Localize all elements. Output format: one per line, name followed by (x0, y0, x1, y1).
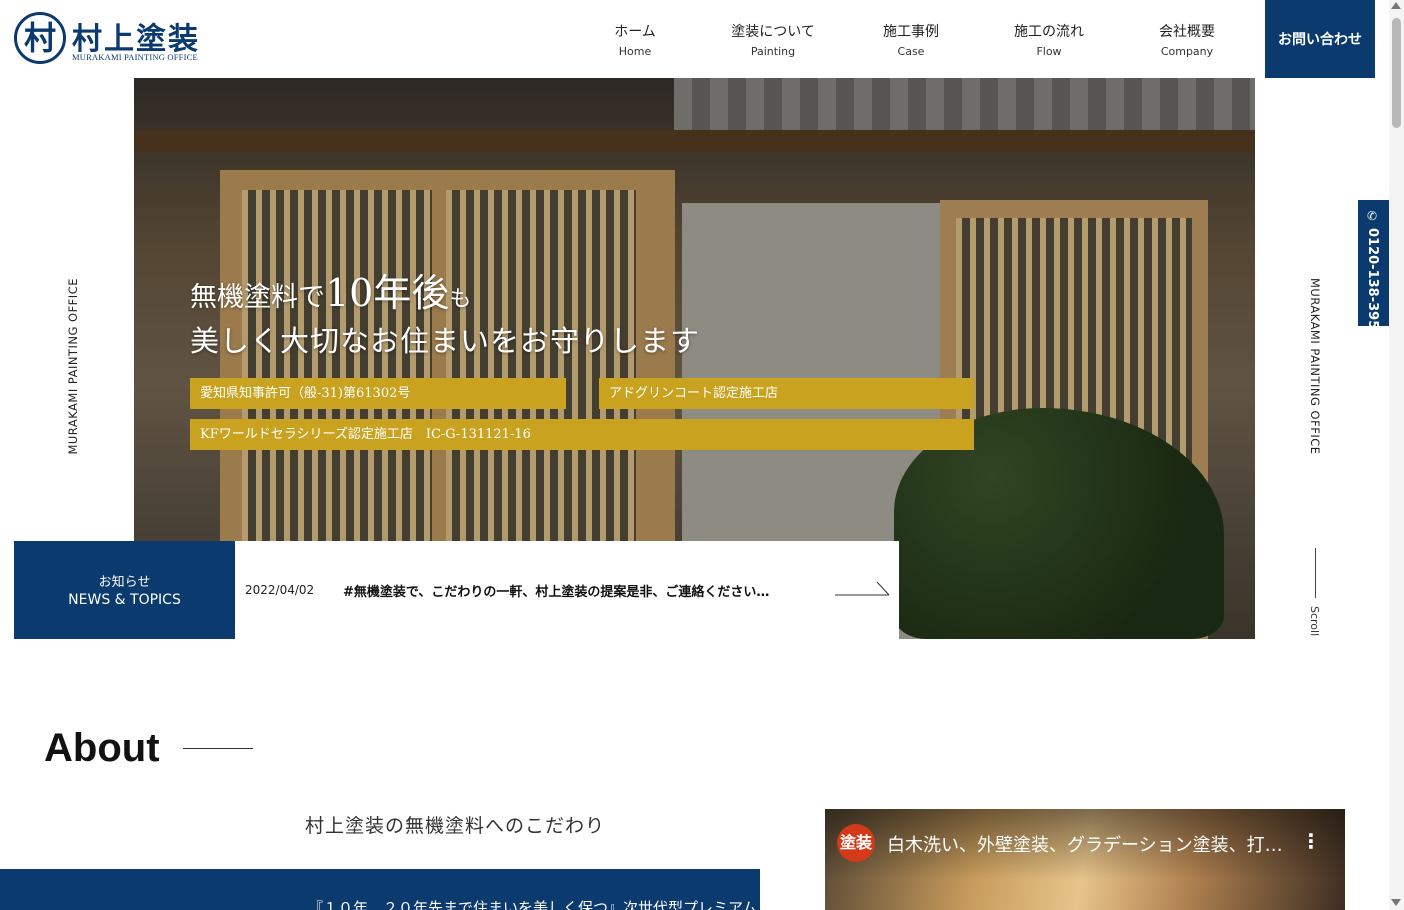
nav-sublabel: Home (618, 45, 652, 58)
nav-painting[interactable]: 塗装について Painting (723, 21, 823, 58)
about-band-text: 『１０年、２０年先まで住まいを美しく保つ』次世代型プレミアム (308, 899, 757, 910)
contact-button[interactable]: お問い合わせ (1265, 0, 1375, 78)
hero-catchcopy-line1: 無機塗料で10年後も (190, 262, 471, 317)
scrollbar-thumb[interactable] (1392, 18, 1401, 128)
nav-flow[interactable]: 施工の流れ Flow (1004, 21, 1094, 58)
side-text-left: MURAKAMI PAINTING OFFICE (66, 278, 80, 455)
news-bar: お知らせ NEWS & TOPICS 2022/04/02 #無機塗装で、こだわ… (14, 541, 899, 639)
nav-company[interactable]: 会社概要 Company (1147, 21, 1227, 58)
scroll-up-icon[interactable] (1391, 2, 1401, 9)
news-date: 2022/04/02 (245, 583, 315, 597)
phone-tab[interactable]: ✆ 0120-138-395 (1358, 200, 1389, 330)
about-band: 『１０年、２０年先まで住まいを美しく保つ』次世代型プレミアム (0, 869, 760, 910)
news-title-link[interactable]: #無機塗装で、こだわりの一軒、村上塗装の提案是非、ご連絡ください… (343, 581, 769, 600)
scrollbar-track[interactable] (1389, 0, 1404, 910)
news-label-block[interactable]: お知らせ NEWS & TOPICS (14, 541, 235, 639)
about-subheading: 村上塗装の無機塗料へのこだわり (305, 815, 606, 837)
news-label-en: NEWS & TOPICS (68, 592, 181, 608)
news-label-jp: お知らせ (98, 575, 151, 590)
site-logo[interactable]: 村 村上塗装 MURAKAMI PAINTING OFFICE (14, 12, 214, 66)
nav-label: 施工の流れ (1014, 24, 1084, 40)
catch-emphasis: 10年後 (325, 271, 450, 315)
nav-sublabel: Case (897, 45, 925, 58)
nav-sublabel: Flow (1036, 45, 1062, 58)
nav-label: 施工事例 (883, 24, 939, 40)
scroll-indicator-line (1315, 548, 1316, 598)
about-heading: About (44, 726, 160, 770)
scroll-down-icon[interactable] (1391, 899, 1401, 906)
nav-label: 会社概要 (1159, 24, 1215, 40)
nav-case[interactable]: 施工事例 Case (871, 21, 951, 58)
cert-badge: 愛知県知事許可（般-31)第61302号 (190, 378, 566, 409)
logo-subtitle: MURAKAMI PAINTING OFFICE (72, 52, 198, 62)
scroll-indicator-label[interactable]: Scroll (1308, 606, 1321, 636)
more-options-icon[interactable]: ⋮ (1301, 829, 1321, 853)
logo-mark: 村 (14, 12, 66, 64)
video-embed[interactable]: 塗装 白木洗い、外壁塗装、グラデーション塗装、打… ⋮ (825, 809, 1345, 910)
cert-badge: KFワールドセラシリーズ認定施工店 IC-G-131121-16 (190, 419, 974, 450)
channel-avatar[interactable]: 塗装 (837, 824, 875, 862)
nav-home[interactable]: ホーム Home (600, 21, 670, 58)
cert-badge: アドグリンコート認定施工店 (599, 378, 974, 409)
nav-label: ホーム (614, 24, 656, 40)
phone-icon: ✆ (1367, 209, 1378, 223)
nav-sublabel: Company (1160, 45, 1214, 58)
side-text-right: MURAKAMI PAINTING OFFICE (1308, 278, 1322, 455)
heading-divider (183, 748, 253, 749)
nav-label: 塗装について (731, 24, 815, 40)
nav-sublabel: Painting (750, 45, 796, 58)
arrow-right-icon[interactable] (835, 576, 891, 598)
catch-part: も (449, 287, 472, 312)
video-title[interactable]: 白木洗い、外壁塗装、グラデーション塗装、打… (887, 831, 1283, 857)
catch-part: 無機塗料で (190, 282, 325, 313)
phone-number: 0120-138-395 (1365, 228, 1380, 330)
hero-catchcopy-line2: 美しく大切なお住まいをお守りします (190, 324, 701, 358)
